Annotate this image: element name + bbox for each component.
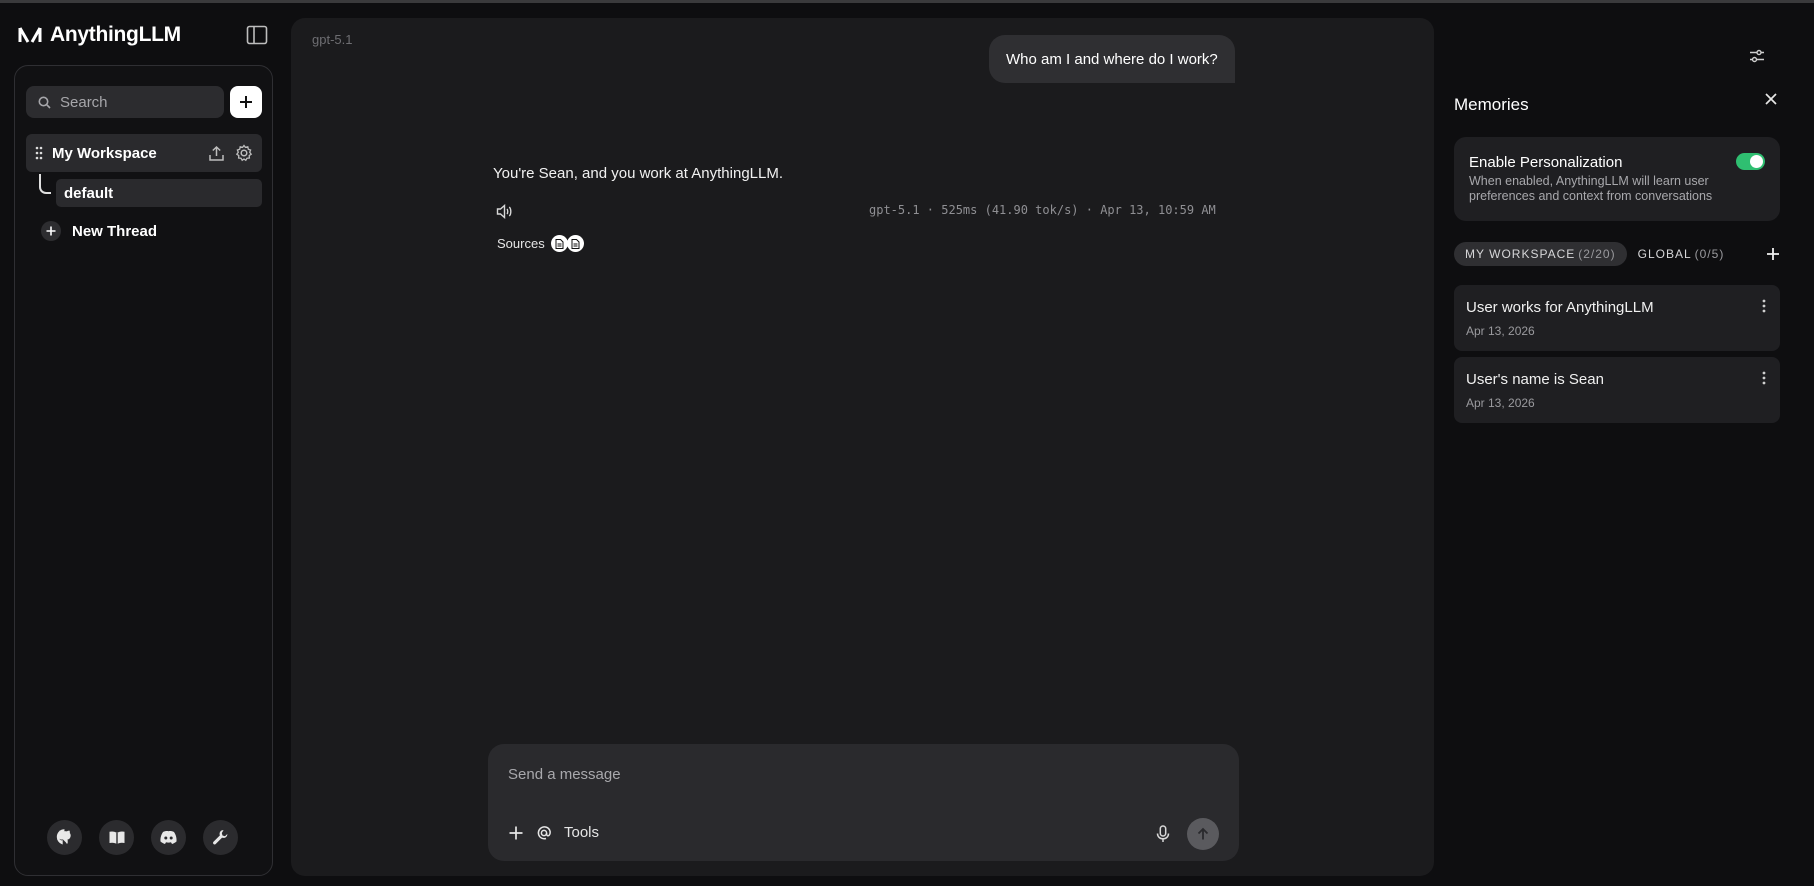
text-to-speech-button[interactable] — [496, 204, 514, 219]
arrow-up-icon — [1197, 827, 1209, 840]
chat-settings-button[interactable] — [1749, 49, 1765, 63]
user-message-text: Who am I and where do I work? — [1006, 50, 1218, 68]
sources-button[interactable]: Sources — [497, 235, 584, 252]
personalization-title: Enable Personalization — [1469, 154, 1623, 171]
app-logo: AnythingLLM — [18, 23, 181, 47]
message-input[interactable]: Send a message — [508, 766, 621, 783]
sliders-icon — [1750, 49, 1764, 63]
memory-item[interactable]: User's name is Sean Apr 13, 2026 — [1454, 357, 1780, 423]
search-placeholder: Search — [60, 93, 108, 111]
sidebar-footer — [47, 820, 238, 855]
sidebar: Search My Workspace default New Thread — [14, 65, 273, 876]
speaker-icon — [496, 204, 512, 219]
tab-count: (0/5) — [1694, 247, 1725, 261]
discord-button[interactable] — [151, 820, 186, 855]
composer-toolbar: Tools — [508, 824, 599, 841]
document-icon — [550, 235, 568, 252]
new-workspace-button[interactable] — [230, 86, 262, 118]
memory-item[interactable]: User works for AnythingLLM Apr 13, 2026 — [1454, 285, 1780, 351]
upload-icon[interactable] — [208, 145, 225, 162]
search-input[interactable]: Search — [26, 86, 224, 118]
mention-at-icon[interactable] — [536, 825, 552, 841]
personalization-description: When enabled, AnythingLLM will learn use… — [1469, 174, 1713, 203]
search-icon — [38, 96, 51, 109]
send-button[interactable] — [1187, 818, 1219, 850]
github-button[interactable] — [47, 820, 82, 855]
model-tag: gpt-5.1 — [312, 32, 353, 47]
thread-connector — [39, 174, 51, 194]
memory-tabs: MY WORKSPACE (2/20) GLOBAL (0/5) — [1454, 242, 1780, 266]
discord-icon — [160, 831, 177, 844]
tab-global[interactable]: GLOBAL (0/5) — [1627, 242, 1736, 266]
docs-book-icon — [109, 831, 124, 844]
close-memories-button[interactable] — [1764, 92, 1778, 106]
plus-icon — [240, 96, 252, 108]
sidebar-toggle-icon — [246, 25, 268, 45]
message-composer: Send a message Tools — [488, 744, 1239, 861]
wrench-icon — [213, 830, 228, 845]
source-icons — [550, 235, 584, 252]
tools-button[interactable]: Tools — [564, 824, 599, 841]
message-metadata: gpt-5.1 · 525ms (41.90 tok/s) · Apr 13, … — [869, 203, 1216, 217]
tab-my-workspace[interactable]: MY WORKSPACE (2/20) — [1454, 242, 1627, 266]
memory-text: User works for AnythingLLM — [1466, 299, 1654, 316]
add-memory-icon[interactable] — [1766, 247, 1780, 261]
tab-label: GLOBAL — [1637, 247, 1692, 261]
gear-icon[interactable] — [235, 144, 253, 162]
sources-label: Sources — [497, 236, 545, 251]
personalization-card: Enable Personalization When enabled, Any… — [1454, 137, 1780, 221]
tab-count: (2/20) — [1578, 247, 1616, 261]
user-message: Who am I and where do I work? — [989, 35, 1235, 83]
new-thread-button[interactable]: New Thread — [41, 221, 157, 241]
more-vertical-icon[interactable] — [1762, 299, 1766, 313]
docs-button[interactable] — [99, 820, 134, 855]
memory-date: Apr 13, 2026 — [1466, 324, 1535, 338]
anythingllm-logo-icon — [18, 27, 42, 43]
new-thread-label: New Thread — [72, 222, 158, 240]
chat-panel: gpt-5.1 Who am I and where do I work? Yo… — [291, 18, 1434, 876]
drag-handle-icon[interactable] — [35, 146, 43, 160]
assistant-message: You're Sean, and you work at AnythingLLM… — [493, 165, 784, 182]
microphone-icon[interactable] — [1156, 825, 1170, 843]
tab-label: MY WORKSPACE — [1465, 247, 1576, 261]
attach-plus-icon[interactable] — [508, 825, 524, 841]
thread-item-default[interactable]: default — [56, 179, 262, 207]
brand-name: AnythingLLM — [50, 23, 181, 46]
personalization-toggle[interactable] — [1736, 153, 1765, 170]
memories-title: Memories — [1454, 95, 1529, 114]
document-icon — [566, 235, 584, 252]
memory-text: User's name is Sean — [1466, 371, 1604, 388]
tools-settings-button[interactable] — [203, 820, 238, 855]
sidebar-toggle-button[interactable] — [246, 25, 268, 45]
plus-icon — [41, 221, 61, 241]
sidebar-item-my-workspace[interactable]: My Workspace — [26, 134, 262, 172]
more-vertical-icon[interactable] — [1762, 371, 1766, 385]
close-icon — [1765, 93, 1777, 105]
github-icon — [56, 829, 71, 845]
thread-name: default — [64, 184, 114, 202]
workspace-name: My Workspace — [52, 144, 157, 162]
memory-date: Apr 13, 2026 — [1466, 396, 1535, 410]
